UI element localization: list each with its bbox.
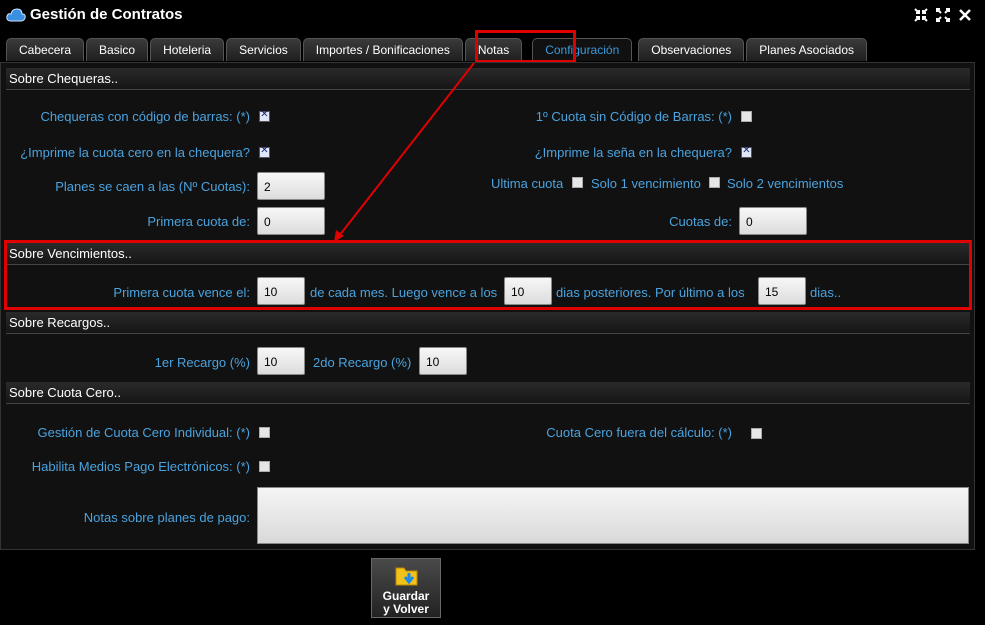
dias-posteriores-text: dias posteriores. Por último a los — [556, 285, 745, 300]
cada-mes-text: de cada mes. Luego vence a los — [310, 285, 498, 300]
imprime-cuota-cero-label: ¿Imprime la cuota cero en la chequera? — [20, 145, 250, 160]
planes-caen-label: Planes se caen a las (Nº Cuotas): — [55, 179, 250, 194]
habilita-medios-pago-checkbox[interactable] — [259, 461, 270, 472]
recargo1-input[interactable]: 10 — [257, 347, 305, 375]
cuotas-de-input[interactable]: 0 — [739, 207, 807, 235]
save-and-return-button[interactable]: Guardar y Volver — [371, 558, 441, 618]
primera-vence-label: Primera cuota vence el: — [113, 285, 250, 300]
config-panel — [0, 62, 975, 550]
ultima-cuota-label: Ultima cuota — [491, 176, 564, 191]
cuotas-de-label: Cuotas de: — [669, 214, 732, 229]
cloud-icon — [6, 8, 26, 25]
section-header-recargos: Sobre Recargos.. — [6, 312, 970, 334]
tab-configuracion[interactable]: Configuración — [532, 38, 633, 61]
dias-text: dias.. — [810, 285, 842, 300]
tab-bar: Cabecera Basico Hoteleria Servicios Impo… — [6, 38, 869, 62]
ultima-cuota-checkbox[interactable] — [572, 177, 583, 188]
collapse-icon[interactable] — [913, 6, 929, 24]
imprime-sena-label: ¿Imprime la seña en la chequera? — [534, 145, 732, 160]
tab-observaciones[interactable]: Observaciones — [638, 38, 745, 61]
cuota-cero-fuera-calculo-checkbox[interactable] — [751, 428, 762, 439]
tab-planes-asociados[interactable]: Planes Asociados — [746, 38, 868, 61]
codigo-barras-checkbox[interactable] — [259, 109, 270, 122]
codigo-barras-label: Chequeras con código de barras: (*) — [40, 109, 250, 124]
save-button-line2: y Volver — [383, 602, 429, 616]
section-header-cuota-cero: Sobre Cuota Cero.. — [6, 382, 970, 404]
section-header-vencimientos: Sobre Vencimientos.. — [6, 243, 970, 265]
tab-basico[interactable]: Basico — [86, 38, 149, 61]
habilita-medios-pago-label: Habilita Medios Pago Electrónicos: (*) — [31, 459, 250, 474]
recargo2-label: 2do Recargo (%) — [313, 355, 412, 370]
recargo2-input[interactable]: 10 — [419, 347, 467, 375]
folder-save-icon — [395, 564, 419, 591]
cuota1-sin-codigo-checkbox[interactable] — [741, 111, 752, 122]
primera-cuota-input[interactable]: 0 — [257, 207, 325, 235]
notas-planes-textarea[interactable] — [257, 487, 969, 544]
solo1-vencimiento-label: Solo 1 vencimiento — [591, 176, 701, 191]
cuota1-sin-codigo-label: 1º Cuota sin Código de Barras: (*) — [535, 109, 732, 124]
tab-importes-bonificaciones[interactable]: Importes / Bonificaciones — [302, 38, 463, 61]
expand-icon[interactable] — [935, 6, 951, 24]
close-icon[interactable] — [957, 6, 973, 24]
title-bar: Gestión de Contratos — [0, 0, 985, 32]
gestion-cuota-cero-checkbox[interactable] — [259, 427, 270, 438]
notas-planes-label: Notas sobre planes de pago: — [83, 510, 250, 525]
imprime-sena-checkbox[interactable] — [741, 145, 752, 158]
imprime-cuota-cero-checkbox[interactable] — [259, 145, 270, 158]
solo2-vencimientos-label: Solo 2 vencimientos — [727, 176, 844, 191]
luego-vence-input[interactable]: 10 — [504, 277, 552, 305]
section-header-chequeras: Sobre Chequeras.. — [6, 68, 970, 90]
planes-caen-input[interactable]: 2 — [257, 172, 325, 200]
tab-servicios[interactable]: Servicios — [226, 38, 301, 61]
primera-vence-input[interactable]: 10 — [257, 277, 305, 305]
tab-notas[interactable]: Notas — [464, 38, 523, 61]
cuota-cero-fuera-calculo-label: Cuota Cero fuera del cálculo: (*) — [546, 425, 732, 440]
window-title: Gestión de Contratos — [30, 6, 183, 23]
tab-cabecera[interactable]: Cabecera — [6, 38, 85, 61]
solo1-vencimiento-checkbox[interactable] — [709, 177, 720, 188]
primera-cuota-label: Primera cuota de: — [147, 214, 250, 229]
recargo1-label: 1er Recargo (%) — [154, 355, 250, 370]
ultimo-vence-input[interactable]: 15 — [758, 277, 806, 305]
tab-hoteleria[interactable]: Hoteleria — [150, 38, 225, 61]
gestion-cuota-cero-label: Gestión de Cuota Cero Individual: (*) — [37, 425, 250, 440]
